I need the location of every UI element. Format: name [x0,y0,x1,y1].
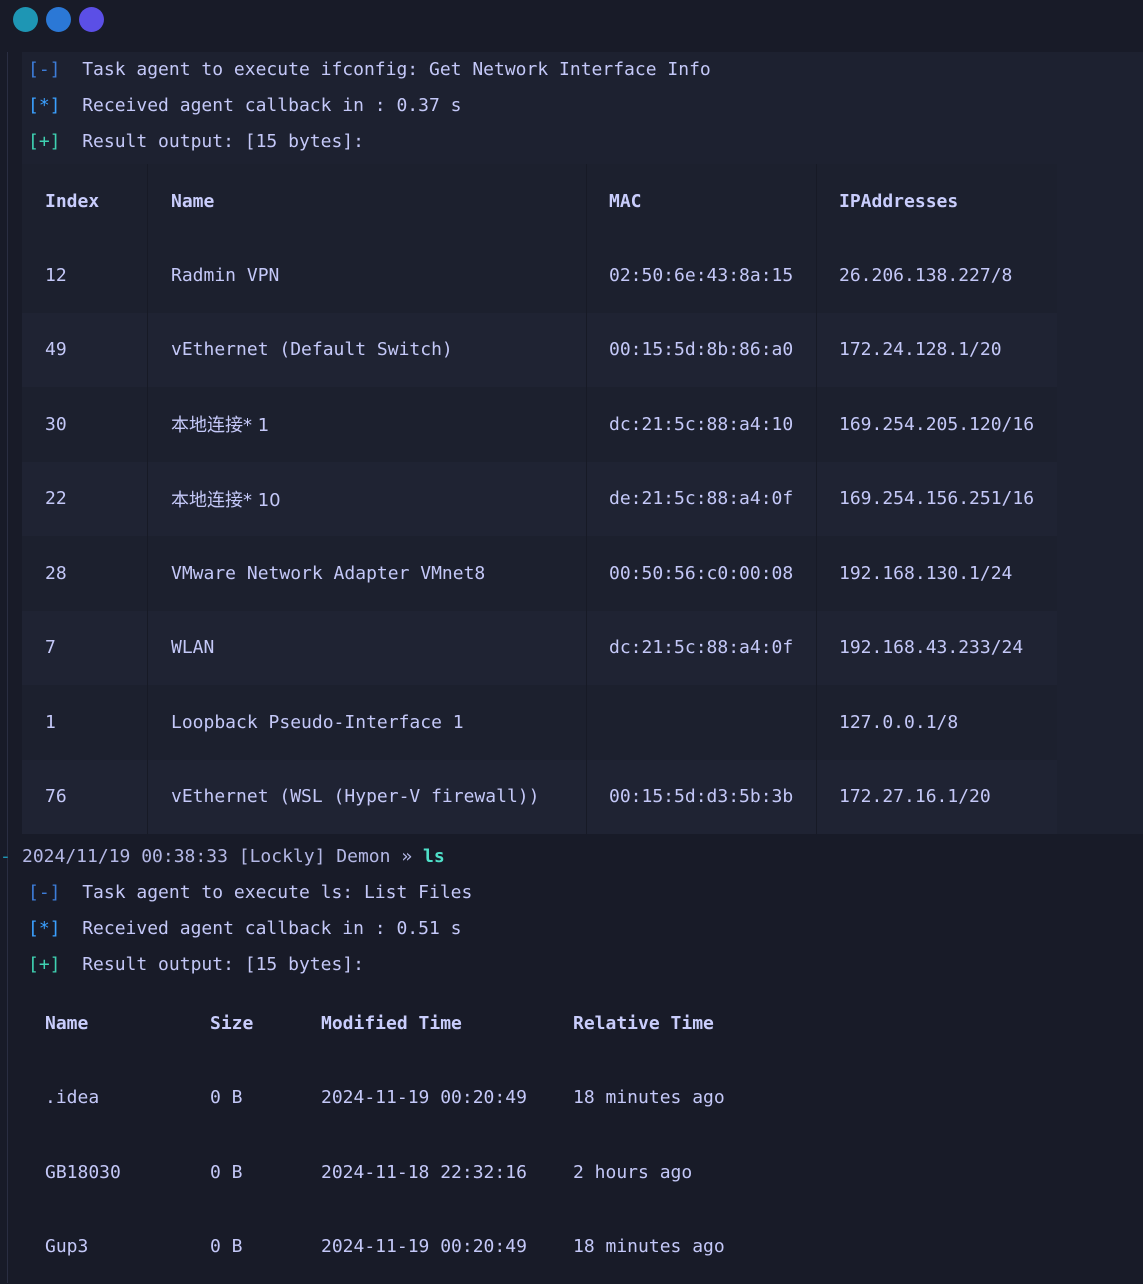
cell-modified-time: 2024-11-19 00:20:49 [321,1061,573,1136]
file-table-header: Name Size Modified Time Relative Time [22,986,813,1061]
cell-index: 12 [22,238,148,313]
status-line-callback: [*] Received agent callback in : 0.51 s [28,915,462,943]
output-gutter [7,52,8,1283]
interface-table-header: Index Name MAC IPAddresses [22,164,1057,238]
cell-ip: 26.206.138.227/8 [817,238,1058,313]
cell-index: 7 [22,611,148,686]
file-list-table: Name Size Modified Time Relative Time .i… [22,986,813,1284]
cell-name: Radmin VPN [148,238,587,313]
cell-mac: 02:50:6e:43:8a:15 [587,238,817,313]
status-line-result: [+] Result output: [15 bytes]: [28,128,364,156]
cell-modified-time: 2024-11-18 22:32:16 [321,1135,573,1210]
cell-mac: 00:15:5d:d3:5b:3b [587,760,817,835]
cell-ip: 172.27.16.1/20 [817,760,1058,835]
result-tag: [+] [28,131,61,152]
cell-index: 1 [22,685,148,760]
task-message: Task agent to execute ls: List Files [82,882,472,903]
cell-relative-time: 2 hours ago [573,1135,813,1210]
cell-modified-time: 2024-11-19 00:20:49 [321,1210,573,1284]
cell-mac: dc:21:5c:88:a4:10 [587,387,817,462]
cell-index: 30 [22,387,148,462]
table-row: 76 vEthernet (WSL (Hyper-V firewall)) 00… [22,760,1057,835]
table-row: 1 Loopback Pseudo-Interface 1 127.0.0.1/… [22,685,1057,760]
window-maximize-button[interactable] [79,7,104,32]
column-header-relative-time: Relative Time [573,986,813,1061]
status-line-task: [-] Task agent to execute ls: List Files [28,879,472,907]
table-row: Gup3 0 B 2024-11-19 00:20:49 18 minutes … [22,1210,813,1284]
column-header-mac: MAC [587,164,817,238]
table-row: 30 本地连接* 1 dc:21:5c:88:a4:10 169.254.205… [22,387,1057,462]
prompt-arrow: » [401,846,412,867]
table-row: 28 VMware Network Adapter VMnet8 00:50:5… [22,536,1057,611]
column-header-size: Size [210,986,321,1061]
cell-size: 0 B [210,1061,321,1136]
cell-index: 49 [22,313,148,388]
window-controls [13,7,104,32]
task-tag: [-] [28,882,61,903]
result-message: Result output: [15 bytes]: [82,954,364,975]
column-header-index: Index [22,164,148,238]
result-message: Result output: [15 bytes]: [82,131,364,152]
cell-name: Loopback Pseudo-Interface 1 [148,685,587,760]
cell-size: 0 B [210,1210,321,1284]
cell-ip: 169.254.205.120/16 [817,387,1058,462]
cell-mac [587,685,817,760]
cell-index: 22 [22,462,148,537]
column-header-modified-time: Modified Time [321,986,573,1061]
status-line-callback: [*] Received agent callback in : 0.37 s [28,92,462,120]
cell-name: vEthernet (WSL (Hyper-V firewall)) [148,760,587,835]
callback-message: Received agent callback in : 0.51 s [82,918,461,939]
cell-name: vEthernet (Default Switch) [148,313,587,388]
cell-file-name: GB18030 [22,1135,210,1210]
window-close-button[interactable] [13,7,38,32]
cell-size: 0 B [210,1135,321,1210]
cell-name: VMware Network Adapter VMnet8 [148,536,587,611]
table-row: 49 vEthernet (Default Switch) 00:15:5d:8… [22,313,1057,388]
cell-index: 76 [22,760,148,835]
status-line-task: [-] Task agent to execute ifconfig: Get … [28,56,711,84]
column-header-name: Name [22,986,210,1061]
callback-tag: [*] [28,918,61,939]
command-prompt-line[interactable]: 2024/11/19 00:38:33 [Lockly] Demon » ls [22,843,445,871]
status-line-result: [+] Result output: [15 bytes]: [28,951,364,979]
table-row: 12 Radmin VPN 02:50:6e:43:8a:15 26.206.1… [22,238,1057,313]
cell-file-name: .idea [22,1061,210,1136]
prompt-timestamp: 2024/11/19 00:38:33 [22,846,228,867]
callback-tag: [*] [28,95,61,116]
cell-ip: 169.254.156.251/16 [817,462,1058,537]
table-row: 7 WLAN dc:21:5c:88:a4:0f 192.168.43.233/… [22,611,1057,686]
prompt-context: [Lockly] Demon [239,846,391,867]
task-message: Task agent to execute ifconfig: Get Netw… [82,59,711,80]
cell-ip: 192.168.43.233/24 [817,611,1058,686]
cell-name: WLAN [148,611,587,686]
result-tag: [+] [28,954,61,975]
cell-relative-time: 18 minutes ago [573,1061,813,1136]
cell-mac: 00:50:56:c0:00:08 [587,536,817,611]
prompt-command: ls [423,846,445,867]
cell-mac: de:21:5c:88:a4:0f [587,462,817,537]
cell-file-name: Gup3 [22,1210,210,1284]
column-header-ipaddresses: IPAddresses [817,164,1058,238]
callback-message: Received agent callback in : 0.37 s [82,95,461,116]
cell-name: 本地连接* 10 [148,462,587,537]
column-header-name: Name [148,164,587,238]
cell-index: 28 [22,536,148,611]
task-tag: [-] [28,59,61,80]
cell-mac: 00:15:5d:8b:86:a0 [587,313,817,388]
table-row: 22 本地连接* 10 de:21:5c:88:a4:0f 169.254.15… [22,462,1057,537]
table-row: GB18030 0 B 2024-11-18 22:32:16 2 hours … [22,1135,813,1210]
interface-table: Index Name MAC IPAddresses 12 Radmin VPN… [22,164,1057,834]
cell-ip: 172.24.128.1/20 [817,313,1058,388]
cell-ip: 127.0.0.1/8 [817,685,1058,760]
window-minimize-button[interactable] [46,7,71,32]
cell-mac: dc:21:5c:88:a4:0f [587,611,817,686]
cell-relative-time: 18 minutes ago [573,1210,813,1284]
table-row: .idea 0 B 2024-11-19 00:20:49 18 minutes… [22,1061,813,1136]
prompt-marker: - [0,843,11,871]
cell-name: 本地连接* 1 [148,387,587,462]
cell-ip: 192.168.130.1/24 [817,536,1058,611]
